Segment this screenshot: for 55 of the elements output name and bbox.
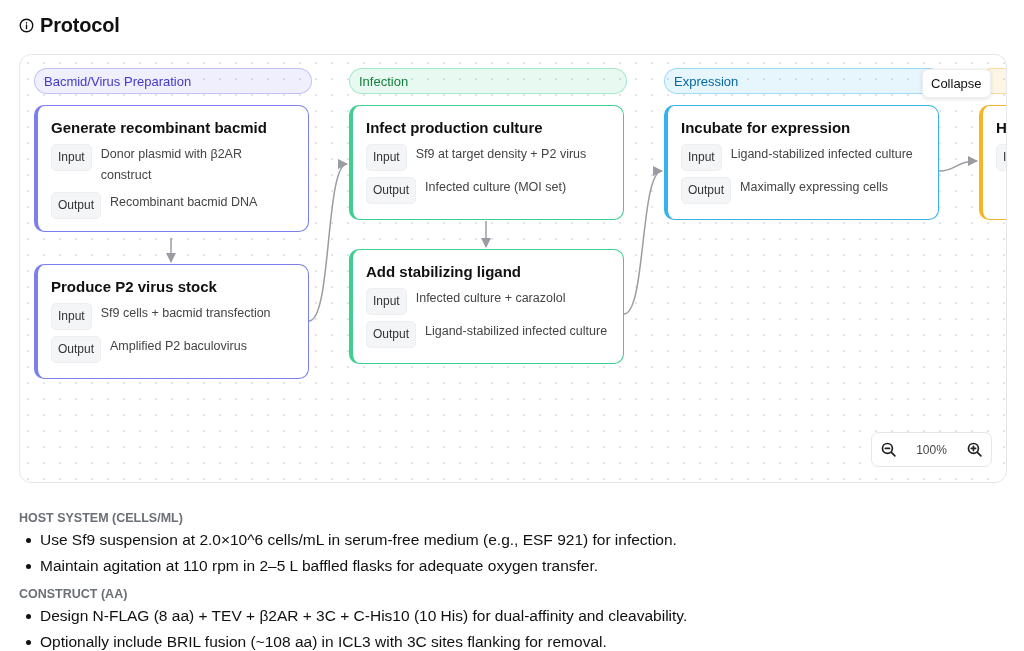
io-text: Maximally expressing cells bbox=[740, 179, 888, 196]
step-node[interactable]: Generate recombinant bacmid Input Donor plasmid with β2AR construct Output Recombinant bacmid DNA bbox=[34, 105, 309, 232]
io-tag: Input bbox=[51, 303, 92, 330]
step-title: Infect production culture bbox=[366, 119, 544, 136]
step-title: Produce P2 virus stock bbox=[51, 278, 218, 295]
io-text: Ligand-stabilized infected culture bbox=[425, 323, 608, 340]
section-heading: HOST SYSTEM (CELLS/ML) bbox=[19, 510, 184, 527]
io-tag: I bbox=[996, 144, 1006, 171]
io-tag: Output bbox=[51, 336, 102, 363]
io-text: Ligand-stabilized infected culture bbox=[730, 146, 913, 163]
bullet-dot bbox=[26, 537, 31, 543]
lane-label: Bacmid/Virus Preparation bbox=[44, 73, 192, 89]
step-node[interactable]: Produce P2 virus stock Input Sf9 cells + bacmid transfection Output Amplified P2 baculovirus bbox=[34, 264, 309, 379]
io-text: Donor plasmid with β2AR construct bbox=[100, 146, 243, 184]
bullet-text: Maintain agitation at 110 rpm in 2–5 L baffled flasks for adequate oxygen transfer. bbox=[40, 557, 599, 575]
zoom-level: 100% bbox=[916, 442, 947, 457]
step-title: Generate recombinant bacmid bbox=[51, 119, 268, 136]
io-tag: Output bbox=[681, 177, 732, 204]
io-text: Infected culture + carazolol bbox=[415, 290, 566, 307]
step-node[interactable]: Incubate for expression Input Ligand-stabilized infected culture Output Maximally expressing cells bbox=[664, 105, 939, 220]
collapse-button[interactable]: Collapse bbox=[922, 69, 991, 98]
zoom-out-icon bbox=[880, 441, 897, 458]
step-title: Incubate for expression bbox=[681, 119, 852, 136]
bullet-dot bbox=[26, 563, 31, 569]
step-title: H bbox=[996, 119, 1006, 136]
io-tag: Input bbox=[366, 144, 407, 171]
io-tag: Output bbox=[51, 192, 102, 219]
connector-arrow bbox=[165, 237, 177, 264]
io-text: Recombinant bacmid DNA bbox=[110, 194, 258, 211]
bullet-dot bbox=[26, 613, 31, 619]
step-node[interactable]: H I bbox=[979, 105, 1006, 220]
info-icon bbox=[19, 17, 34, 33]
bullet-dot bbox=[26, 639, 31, 645]
io-tag: Output bbox=[366, 177, 417, 204]
page-title: Protocol bbox=[40, 13, 120, 37]
step-title: Add stabilizing ligand bbox=[366, 263, 522, 280]
section-heading: CONSTRUCT (AA) bbox=[19, 586, 129, 603]
connector-arrow bbox=[938, 156, 979, 172]
io-text: Infected culture (MOI set) bbox=[425, 179, 567, 196]
zoom-in-icon bbox=[966, 441, 983, 458]
lane-label: Expression bbox=[674, 73, 739, 89]
io-text: Amplified P2 baculovirus bbox=[110, 338, 247, 355]
bullet-text: Design N-FLAG (8 aa) + TEV + β2AR + 3C + C-His10 (10 His) for dual-affinity and cleavability. bbox=[40, 607, 688, 625]
io-text: Sf9 at target density + P2 virus bbox=[415, 146, 587, 163]
io-tag: Input bbox=[51, 144, 92, 171]
io-tag: Output bbox=[366, 321, 417, 348]
bullet-text: Optionally include BRIL fusion (~108 aa) in ICL3 with 3C sites flanking for removal. bbox=[40, 633, 607, 651]
connector-arrow bbox=[480, 220, 492, 249]
io-tag: Input bbox=[681, 144, 722, 171]
lane-label: Infection bbox=[359, 73, 409, 89]
step-node[interactable]: Infect production culture Input Sf9 at target density + P2 virus Output Infected culture (MOI set) bbox=[349, 105, 624, 220]
io-text: Sf9 cells + bacmid transfection bbox=[100, 305, 271, 322]
step-node[interactable]: Add stabilizing ligand Input Infected culture + carazolol Output Ligand-stabilized infected culture bbox=[349, 249, 624, 364]
io-tag: Input bbox=[366, 288, 407, 315]
bullet-text: Use Sf9 suspension at 2.0×10^6 cells/mL in serum-free medium (e.g., ESF 921) for infection. bbox=[40, 531, 677, 549]
